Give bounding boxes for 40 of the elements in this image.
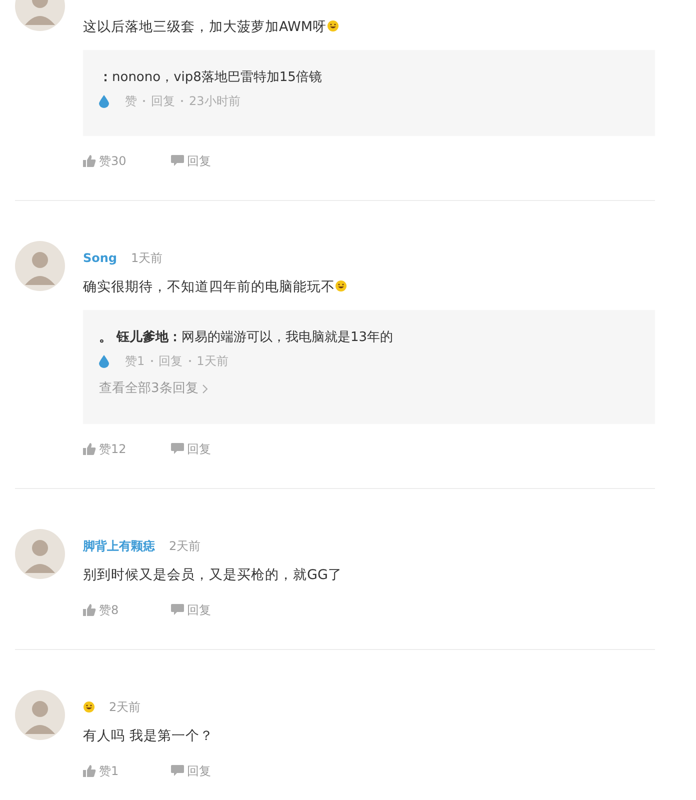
avatar	[15, 241, 65, 291]
like-link[interactable]: 赞	[125, 92, 137, 110]
reply-link[interactable]: 回复	[187, 762, 211, 780]
speech-bubble-icon	[171, 604, 184, 616]
thumbs-up-icon	[83, 443, 96, 455]
comment-text: 有人吗 我是第一个？	[83, 728, 214, 744]
reply-time: 1天前	[196, 352, 228, 370]
like-link[interactable]: 赞1	[125, 352, 145, 370]
reply-link[interactable]: 回复	[158, 352, 183, 370]
comment-time: 2天前	[109, 699, 141, 715]
reply-text: 。 钰儿爹地：网易的端游可以，我电脑就是13年的	[99, 330, 394, 345]
comment-text: 确实很期待，不知道四年前的电脑能玩不	[83, 279, 335, 295]
like-count[interactable]: 赞8	[99, 602, 119, 618]
comment-time: 1天前	[131, 250, 163, 266]
thumbs-up-icon	[83, 765, 96, 777]
thumbs-up-icon	[83, 155, 96, 167]
user-name[interactable]: Song	[83, 250, 118, 266]
speech-bubble-icon	[171, 765, 184, 777]
comment-time: 2天前	[169, 538, 201, 554]
reply-link[interactable]: 回复	[187, 602, 211, 618]
avatar	[15, 690, 65, 740]
reply-link[interactable]: 回复	[187, 152, 211, 170]
chevron-right-icon	[202, 384, 208, 394]
drop-icon	[99, 354, 109, 368]
comment-text: 别到时候又是会员，又是买枪的，就GG了	[83, 567, 342, 583]
like-count[interactable]: 赞12	[99, 440, 126, 458]
speech-bubble-icon	[171, 155, 184, 167]
reply-time: 23小时前	[189, 92, 240, 110]
reply-link[interactable]: 回复	[187, 440, 211, 458]
thumbs-up-icon	[83, 604, 96, 616]
comment-text: 这以后落地三级套，加大菠萝加AWM呀	[83, 19, 326, 35]
like-count[interactable]: 赞1	[99, 762, 119, 780]
user-name[interactable]: 脚背上有颗痣	[83, 538, 155, 554]
speech-bubble-icon	[171, 443, 184, 455]
reply-text: ：nonono，vip8落地巴雷特加15倍镜	[99, 70, 322, 85]
view-all-link[interactable]: 查看全部3条回复	[99, 380, 639, 398]
drop-icon	[99, 94, 109, 108]
avatar	[15, 529, 65, 579]
reply-link[interactable]: 回复	[151, 92, 175, 110]
like-count[interactable]: 赞30	[99, 152, 126, 170]
